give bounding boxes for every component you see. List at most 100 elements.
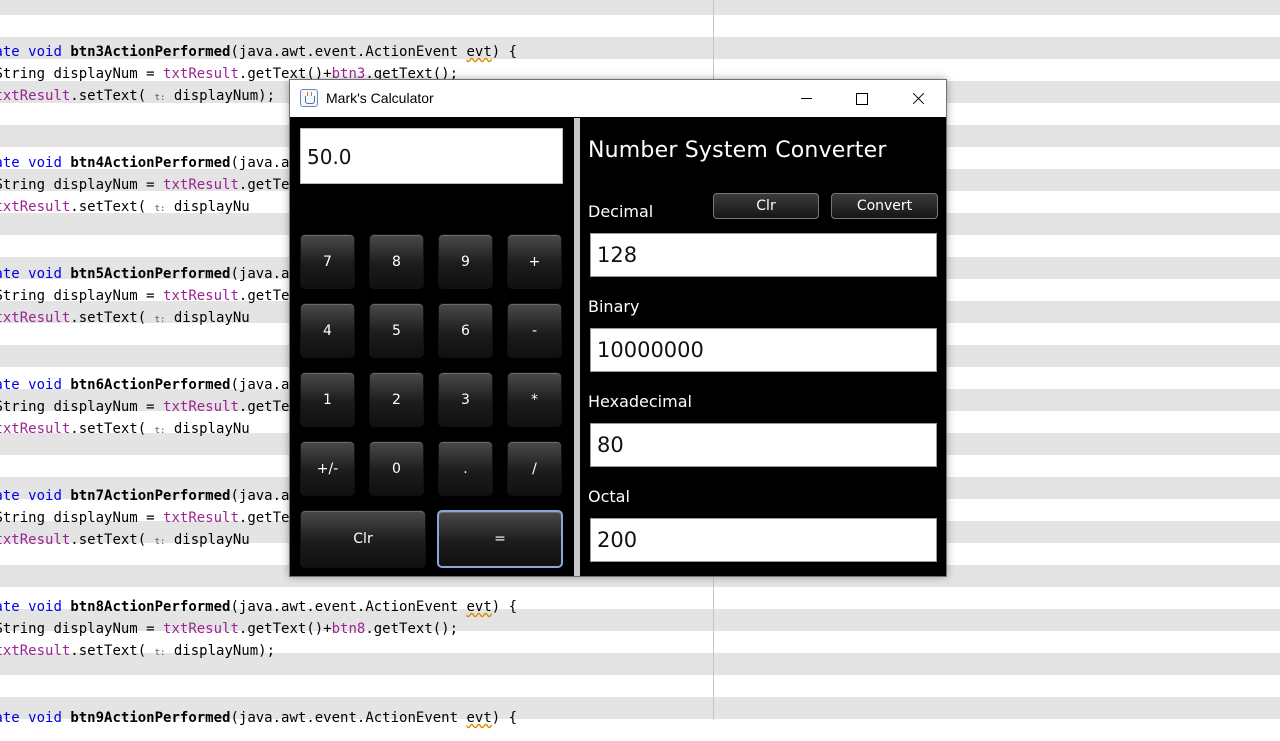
panel-divider — [574, 118, 580, 576]
key-1-button[interactable]: 1 — [300, 372, 355, 427]
param-evt: evt — [466, 710, 492, 726]
code-text: txtResult.setText( t: displayNum); — [0, 640, 275, 664]
converter-clear-button[interactable]: Clr — [713, 193, 819, 219]
field-txtresult: txtResult — [163, 399, 239, 415]
key-8-button[interactable]: 8 — [369, 234, 424, 289]
maximize-icon[interactable] — [834, 80, 890, 117]
decimal-field[interactable]: 128 — [590, 233, 937, 277]
method-name: btn6ActionPerformed — [70, 377, 231, 393]
convert-button[interactable]: Convert — [831, 193, 938, 219]
field-txtresult: txtResult — [163, 177, 239, 193]
param-evt: evt — [466, 599, 492, 615]
code-text: String displayNum = txtResult.getText()+… — [0, 618, 458, 640]
call-settext: .setText( — [70, 643, 147, 659]
key-5-button[interactable]: 5 — [369, 303, 424, 358]
field-txtresult: txtResult — [163, 510, 239, 526]
variable-decl: displayNum = — [45, 399, 164, 415]
key-2-button[interactable]: 2 — [369, 372, 424, 427]
keyword-private: vate — [0, 488, 20, 504]
java-app-icon — [300, 89, 318, 107]
keyword-void: void — [28, 155, 62, 171]
method-name: btn3ActionPerformed — [70, 44, 231, 60]
keyword-void: void — [28, 488, 62, 504]
code-line: vate void btn8ActionPerformed(java.awt.e… — [0, 596, 1280, 618]
method-name: btn7ActionPerformed — [70, 488, 231, 504]
field-txtresult: txtResult — [163, 288, 239, 304]
param-hint: t: — [154, 426, 166, 436]
key-sign-toggle-button[interactable]: +/- — [300, 441, 355, 496]
key-7-button[interactable]: 7 — [300, 234, 355, 289]
key-multiply-button[interactable]: * — [507, 372, 562, 427]
method-name: btn4ActionPerformed — [70, 155, 231, 171]
method-params: (java.awt.event.ActionEvent — [230, 44, 467, 60]
close-icon[interactable] — [890, 80, 946, 117]
window-titlebar[interactable]: Mark's Calculator — [290, 80, 946, 117]
octal-field[interactable]: 200 — [590, 518, 937, 562]
method-params-end: ) { — [491, 710, 518, 726]
call-gettext: .getText()+ — [238, 621, 332, 637]
calculator-clear-button[interactable]: Clr — [300, 510, 426, 568]
field-txtresult: txtResult — [0, 643, 71, 659]
code-text: txtResult.setText( t: displayNum); — [0, 85, 275, 109]
param-evt: evt — [466, 44, 492, 60]
keyword-private: vate — [0, 266, 20, 282]
type-string: String — [0, 177, 46, 193]
binary-field[interactable]: 10000000 — [590, 328, 937, 372]
code-line: vate void btn9ActionPerformed(java.awt.e… — [0, 707, 1280, 729]
type-string: String — [0, 399, 46, 415]
method-params: (java.awt.event.ActionEvent — [230, 710, 467, 726]
key-0-button[interactable]: 0 — [369, 441, 424, 496]
equals-button[interactable]: = — [437, 510, 563, 568]
keyword-private: vate — [0, 377, 20, 393]
keyword-private: vate — [0, 599, 20, 615]
code-text: txtResult.setText( t: displayNu — [0, 307, 250, 331]
octal-label: Octal — [588, 487, 630, 506]
keyword-void: void — [28, 377, 62, 393]
type-string: String — [0, 621, 46, 637]
keyword-private: vate — [0, 44, 20, 60]
key-minus-button[interactable]: - — [507, 303, 562, 358]
key-divide-button[interactable]: / — [507, 441, 562, 496]
method-name: btn8ActionPerformed — [70, 599, 231, 615]
hexadecimal-field[interactable]: 80 — [590, 423, 937, 467]
variable-decl: displayNum = — [45, 66, 164, 82]
call-settext: .setText( — [70, 421, 147, 437]
code-text: vate void btn8ActionPerformed(java.awt.e… — [0, 596, 517, 618]
code-line: txtResult.setText( t: displayNum); — [0, 640, 1280, 662]
minimize-icon[interactable] — [778, 80, 834, 117]
calculator-display[interactable]: 50.0 — [300, 128, 563, 184]
field-txtresult: txtResult — [0, 199, 71, 215]
param-hint: t: — [154, 315, 166, 325]
keyword-void: void — [28, 266, 62, 282]
keyword-void: void — [28, 44, 62, 60]
call-settext: .setText( — [70, 532, 147, 548]
key-plus-button[interactable]: + — [507, 234, 562, 289]
method-name: btn5ActionPerformed — [70, 266, 231, 282]
param-hint: t: — [154, 204, 166, 214]
param-hint: t: — [154, 648, 166, 658]
field-txtresult: txtResult — [163, 621, 239, 637]
call-settext: .setText( — [70, 310, 147, 326]
method-name: btn9ActionPerformed — [70, 710, 231, 726]
hexadecimal-label: Hexadecimal — [588, 392, 692, 411]
type-string: String — [0, 66, 46, 82]
call-settext: .setText( — [70, 88, 147, 104]
field-txtresult: txtResult — [0, 310, 71, 326]
keyword-void: void — [28, 599, 62, 615]
window-title: Mark's Calculator — [326, 90, 434, 106]
code-line: vate void btn3ActionPerformed(java.awt.e… — [0, 41, 1280, 63]
code-text: txtResult.setText( t: displayNu — [0, 196, 250, 220]
settext-arg: displayNu — [173, 421, 250, 437]
key-6-button[interactable]: 6 — [438, 303, 493, 358]
key-decimal-point-button[interactable]: . — [438, 441, 493, 496]
key-9-button[interactable]: 9 — [438, 234, 493, 289]
variable-decl: displayNum = — [45, 621, 164, 637]
variable-decl: displayNum = — [45, 510, 164, 526]
key-4-button[interactable]: 4 — [300, 303, 355, 358]
type-string: String — [0, 510, 46, 526]
key-3-button[interactable]: 3 — [438, 372, 493, 427]
code-text: txtResult.setText( t: displayNu — [0, 529, 250, 553]
variable-decl: displayNum = — [45, 288, 164, 304]
